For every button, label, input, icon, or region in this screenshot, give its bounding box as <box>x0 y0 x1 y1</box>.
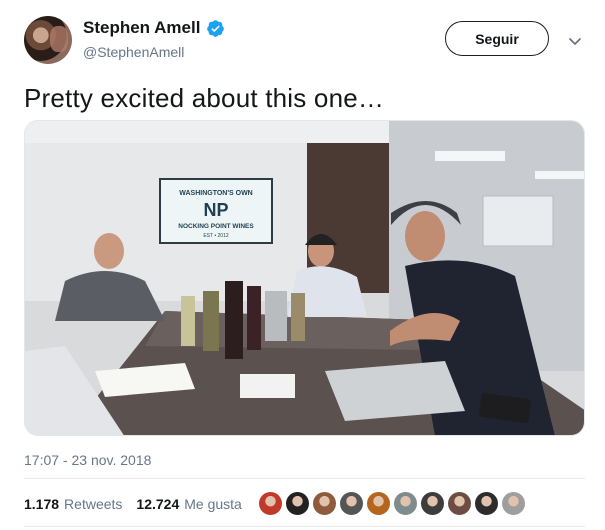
sign-line-top: WASHINGTON'S OWN <box>179 190 252 197</box>
liker-avatar[interactable] <box>339 491 364 516</box>
divider-top <box>24 478 585 479</box>
tweet-timestamp[interactable]: 17:07 - 23 nov. 2018 <box>24 452 151 468</box>
likes-label: Me gusta <box>184 496 242 512</box>
liker-avatar[interactable] <box>501 491 526 516</box>
tweet-text: Pretty excited about this one… <box>24 83 385 113</box>
liker-avatar[interactable] <box>312 491 337 516</box>
divider-bottom <box>24 526 585 527</box>
sign-line-est: EST • 2012 <box>203 233 229 239</box>
author-name[interactable]: Stephen Amell <box>83 18 200 38</box>
likes-count: 12.724 <box>136 496 180 512</box>
sign-line-brand: NOCKING POINT WINES <box>178 223 254 230</box>
tweet-stats: 1.178 Retweets 12.724 Me gusta <box>24 496 256 512</box>
liker-avatar[interactable] <box>366 491 391 516</box>
liker-avatar[interactable] <box>474 491 499 516</box>
retweets-count: 1.178 <box>24 496 60 512</box>
chevron-down-icon[interactable] <box>566 32 584 50</box>
follow-button[interactable]: Seguir <box>445 21 549 56</box>
retweets-stat[interactable]: 1.178 Retweets <box>24 496 122 512</box>
photo-illustration: WASHINGTON'S OWN NP NOCKING POINT WINES … <box>25 121 584 435</box>
liker-avatars <box>258 491 528 516</box>
verified-badge-icon <box>207 19 225 37</box>
tweet-photo[interactable]: WASHINGTON'S OWN NP NOCKING POINT WINES … <box>24 120 585 436</box>
liker-avatar[interactable] <box>447 491 472 516</box>
liker-avatar[interactable] <box>258 491 283 516</box>
retweets-label: Retweets <box>64 496 123 512</box>
liker-avatar[interactable] <box>393 491 418 516</box>
liker-avatar[interactable] <box>420 491 445 516</box>
author-handle[interactable]: @StephenAmell <box>83 44 184 60</box>
likes-stat[interactable]: 12.724 Me gusta <box>136 496 241 512</box>
liker-avatar[interactable] <box>285 491 310 516</box>
tweet-card: Stephen Amell @StephenAmell Seguir Prett… <box>0 0 605 530</box>
author-name-row[interactable]: Stephen Amell <box>83 18 225 38</box>
author-avatar[interactable] <box>24 16 72 64</box>
sign-line-np: NP <box>203 200 228 220</box>
